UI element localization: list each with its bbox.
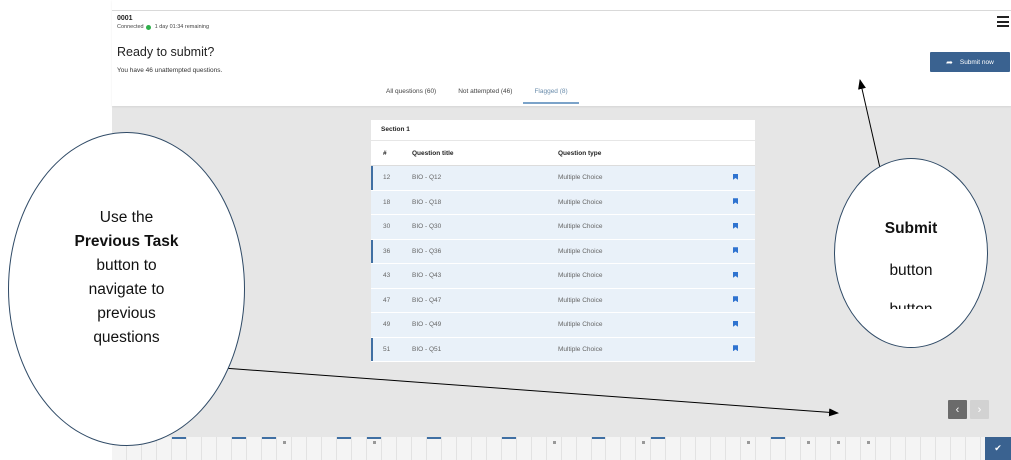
arrow-to-previous-button (222, 367, 839, 417)
submit-callout: Submit button button (834, 158, 988, 348)
arrow-to-submit-button (858, 79, 881, 169)
callout-cut-text: button (835, 302, 987, 309)
callout-line: questions (93, 329, 160, 346)
callout-line-strong: Previous Task (74, 233, 179, 250)
callout-line: navigate to (88, 281, 165, 298)
previous-task-callout: Use the Previous Task button to navigate… (8, 132, 245, 446)
callout-line: button to (96, 257, 157, 274)
callout-line: previous (97, 305, 156, 322)
callout-line: Use the (99, 209, 154, 226)
callout-text: button (889, 262, 933, 279)
callout-strong: Submit (884, 220, 938, 237)
